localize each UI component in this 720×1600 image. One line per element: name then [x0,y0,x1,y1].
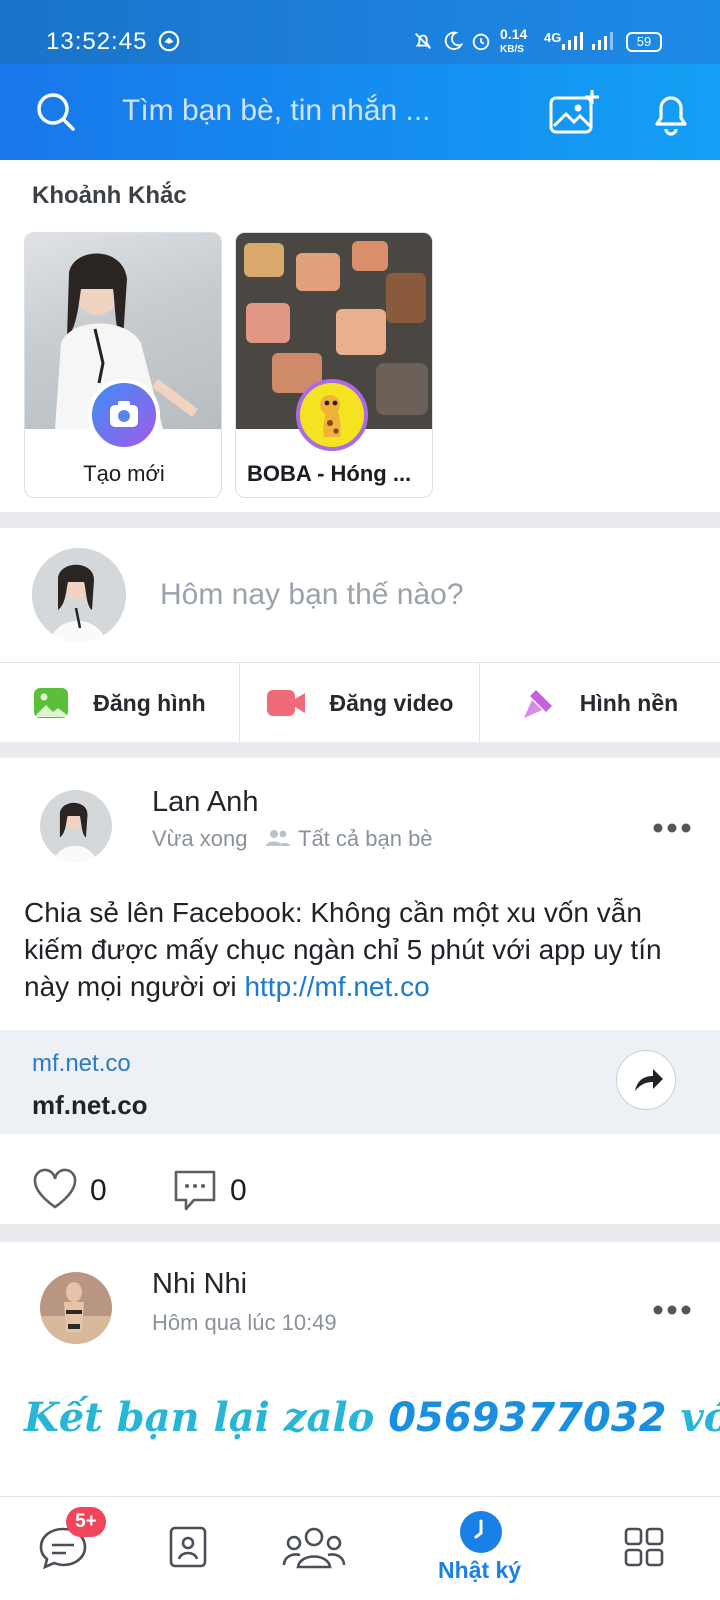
grid-icon [624,1527,664,1567]
network-type: 4G [544,30,562,45]
story-create[interactable]: Tạo mới [24,232,222,498]
share-icon [635,1069,663,1091]
net-speed-value: 0.14 [500,26,528,42]
signal2-icon [592,32,613,50]
more-options-icon[interactable] [652,1304,692,1316]
moments-title: Khoảnh Khắc [32,182,187,209]
battery-indicator: 59 [626,32,662,52]
link-preview-domain: mf.net.co [32,1050,131,1077]
nav-more[interactable] [624,1515,664,1585]
post-time: Vừa xong [152,826,248,851]
friends-privacy-icon [266,830,290,846]
background-button[interactable]: Hình nền [480,663,720,743]
search-icon[interactable] [34,90,78,134]
story-boba-label: BOBA - Hóng ... [247,461,412,486]
post-reactions: 0 0 [0,1148,720,1228]
more-options-icon[interactable] [652,822,692,834]
mute-icon [415,33,431,49]
messages-badge: 5+ [66,1507,106,1537]
avatar[interactable] [40,1272,112,1344]
post-author[interactable]: Lan Anh [152,786,258,819]
feed-post: Lan Anh Vừa xong Tất cả bạn bè Chia sẻ l… [0,758,720,1224]
nav-timeline[interactable]: Nhật ký [432,1511,532,1585]
post-author[interactable]: Nhi Nhi [152,1268,247,1301]
bell-icon[interactable] [650,90,692,136]
status-time: 13:52:45 [46,28,148,55]
signal-icon [562,32,583,50]
camera-badge[interactable] [88,379,160,451]
nav-timeline-label: Nhật ký [438,1557,522,1583]
top-bar: Tìm bạn bè, tin nhắn ... [0,64,720,160]
post-video-label: Đăng video [329,689,454,716]
styled-text-part-b: với em [680,1394,720,1441]
post-time: Hôm qua lúc 10:49 [152,1310,337,1335]
add-photo-icon[interactable] [548,88,602,136]
author-avatar-image [40,1272,112,1344]
styled-post-text: Kết bạn lại zalo 0569377032 với em [24,1394,720,1441]
author-avatar-image [40,790,112,862]
link-preview-title: mf.net.co [32,1090,148,1120]
clock-icon [460,1511,502,1553]
post-video-button[interactable]: Đăng video [240,663,480,743]
contacts-icon [169,1526,207,1568]
post-photo-button[interactable]: Đăng hình [0,663,240,743]
nav-groups[interactable] [282,1515,346,1585]
groups-icon [282,1527,346,1569]
search-input[interactable]: Tìm bạn bè, tin nhắn ... [122,94,431,128]
composer-actions: Đăng hình Đăng video Hình nền [0,662,720,743]
camera-icon [110,401,138,427]
nav-contacts[interactable] [168,1515,210,1585]
post-text: Chia sẻ lên Facebook: Không cần một xu v… [24,894,704,1005]
post-link[interactable]: http://mf.net.co [244,971,429,1002]
composer-input[interactable]: Hôm nay bạn thế nào? [160,578,464,612]
nav-messages[interactable]: 5+ [38,1507,112,1585]
net-speed: 0.14 KB/S [500,26,528,56]
post-photo-label: Đăng hình [93,689,206,716]
brush-icon [523,690,552,718]
story-boba[interactable]: BOBA - Hóng ... [235,232,433,498]
net-speed-unit: KB/S [500,44,524,55]
moments-section: Khoảnh Khắc Tạo mới BOBA - Hóng ... [0,160,720,512]
avatar[interactable] [40,790,112,862]
giraffe-icon [320,395,341,437]
bottom-nav: 5+ Nhật ký [0,1496,720,1600]
user-avatar-image [32,548,126,642]
boba-avatar [296,379,368,451]
post-privacy: Tất cả bạn bè [298,826,433,851]
status-bar: 13:52:45 0.14 KB/S 4G 59 [0,0,720,64]
vpn-icon [158,30,180,52]
styled-text-part-a: Kết bạn lại zalo [24,1394,389,1441]
moon-icon [444,31,464,50]
heart-icon[interactable] [32,1168,78,1210]
video-icon [266,690,305,716]
alarm-icon [472,33,490,51]
share-button[interactable] [616,1050,676,1110]
background-label: Hình nền [579,689,679,716]
post-composer: Hôm nay bạn thế nào? Đăng hình Đăng vide… [0,528,720,743]
story-create-label: Tạo mới [83,461,165,486]
comment-icon[interactable] [172,1168,218,1212]
photo-icon [34,688,69,718]
feed-post: Nhi Nhi Hôm qua lúc 10:49 Kết bạn lại za… [0,1242,720,1496]
comment-count: 0 [230,1174,247,1207]
styled-text-phone: 0569377032 [388,1395,667,1441]
link-preview[interactable]: mf.net.co mf.net.co [0,1030,720,1134]
avatar[interactable] [32,548,126,642]
like-count: 0 [90,1174,107,1207]
